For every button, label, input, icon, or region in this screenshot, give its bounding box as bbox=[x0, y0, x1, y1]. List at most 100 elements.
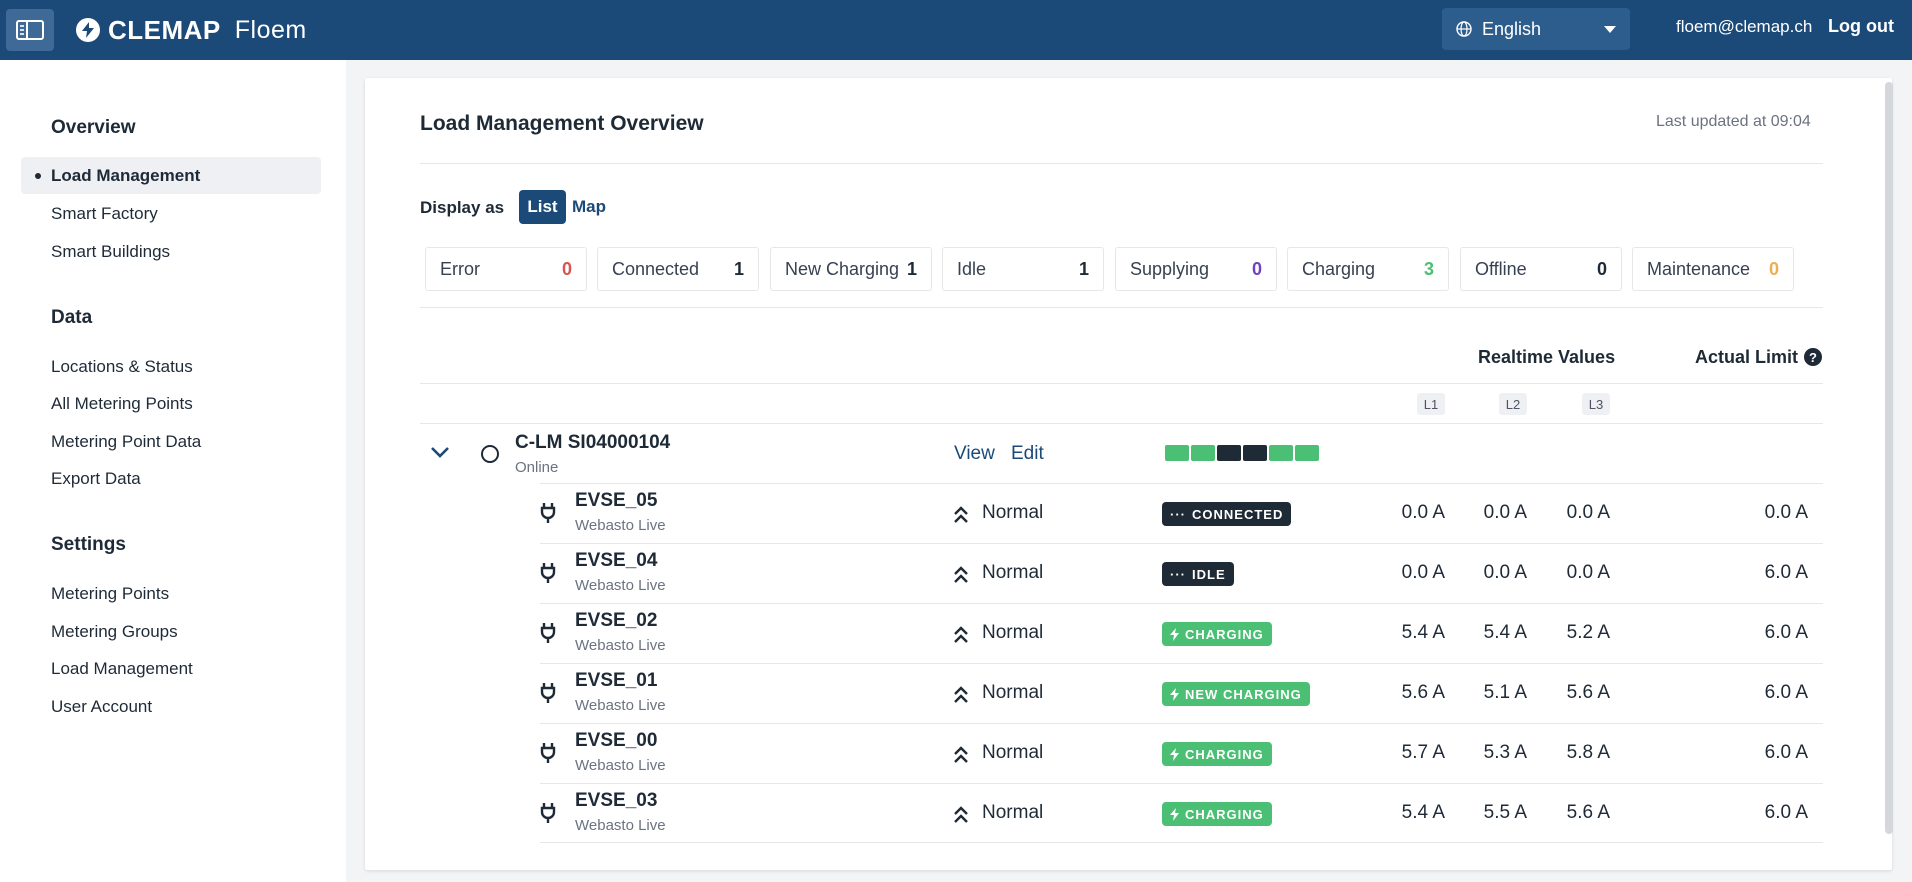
evse-name: EVSE_05 bbox=[575, 490, 658, 511]
divider bbox=[420, 383, 1823, 384]
sidebar-toggle-button[interactable] bbox=[6, 9, 54, 51]
stat-idle[interactable]: Idle 1 bbox=[942, 247, 1104, 291]
sidebar-item-load-management[interactable]: Load Management bbox=[21, 157, 321, 194]
evse-name: EVSE_00 bbox=[575, 730, 658, 751]
value-l3: 5.6 A bbox=[1566, 802, 1610, 823]
divider bbox=[420, 307, 1823, 308]
stat-label: Charging bbox=[1302, 258, 1376, 279]
evse-model: Webasto Live bbox=[575, 577, 666, 594]
table-row[interactable]: EVSE_03 Webasto Live Normal CHARGING 5.4… bbox=[540, 783, 1823, 843]
plug-icon bbox=[540, 743, 556, 763]
stat-new-charging[interactable]: New Charging 1 bbox=[770, 247, 932, 291]
stat-charging[interactable]: Charging 3 bbox=[1287, 247, 1449, 291]
value-l2: 0.0 A bbox=[1483, 562, 1527, 583]
stat-count: 0 bbox=[1768, 258, 1779, 279]
value-l2: 5.4 A bbox=[1483, 622, 1527, 643]
value-l1: 5.4 A bbox=[1401, 622, 1445, 643]
evse-mode: Normal bbox=[982, 802, 1044, 823]
lightning-icon bbox=[1170, 807, 1179, 821]
table-row[interactable]: EVSE_05 Webasto Live Normal ··· CONNECTED… bbox=[540, 483, 1823, 543]
sidebar-item-metering-points[interactable]: Metering Points bbox=[21, 575, 321, 612]
sidebar-item-metering-point-data[interactable]: Metering Point Data bbox=[21, 423, 321, 460]
chevron-down-icon bbox=[1604, 25, 1616, 33]
brand[interactable]: CLEMAP Floem bbox=[76, 14, 307, 46]
evse-name: EVSE_02 bbox=[575, 610, 658, 631]
evse-mode: Normal bbox=[982, 562, 1044, 583]
stat-label: Offline bbox=[1475, 258, 1527, 279]
edit-link[interactable]: Edit bbox=[1011, 443, 1044, 465]
evse-mode: Normal bbox=[982, 622, 1044, 643]
sidebar-item-user-account[interactable]: User Account bbox=[21, 688, 321, 725]
brand-name: CLEMAP bbox=[108, 14, 221, 45]
chevrons-up-icon bbox=[954, 506, 968, 523]
status-segment bbox=[1191, 445, 1215, 461]
list-view-button[interactable]: List bbox=[519, 190, 566, 224]
sidebar-item-export-data[interactable]: Export Data bbox=[21, 460, 321, 497]
table-row[interactable]: EVSE_00 Webasto Live Normal CHARGING 5.7… bbox=[540, 723, 1823, 783]
sidebar-item-smart-buildings[interactable]: Smart Buildings bbox=[21, 233, 321, 270]
stat-supplying[interactable]: Supplying 0 bbox=[1115, 247, 1277, 291]
last-updated: Last updated at 09:04 bbox=[1656, 113, 1811, 130]
value-l1: 0.0 A bbox=[1401, 502, 1445, 523]
status-badge-label: NEW CHARGING bbox=[1185, 686, 1302, 702]
stat-error[interactable]: Error 0 bbox=[425, 247, 587, 291]
divider bbox=[540, 842, 1823, 843]
chevron-down-icon[interactable] bbox=[428, 444, 452, 460]
table-row[interactable]: EVSE_01 Webasto Live Normal NEW CHARGING… bbox=[540, 663, 1823, 723]
status-segment bbox=[1243, 445, 1267, 461]
brand-product: Floem bbox=[234, 15, 307, 44]
stat-label: Error bbox=[440, 258, 480, 279]
sidebar-item-locations-status[interactable]: Locations & Status bbox=[21, 348, 321, 385]
value-l1: 5.4 A bbox=[1401, 802, 1445, 823]
value-actual-limit: 6.0 A bbox=[1764, 802, 1808, 823]
status-badge: ··· IDLE bbox=[1162, 562, 1234, 586]
value-l3: 5.6 A bbox=[1566, 682, 1610, 703]
stat-label: Connected bbox=[612, 258, 700, 279]
value-l3: 5.8 A bbox=[1566, 742, 1610, 763]
phase-l3-label: L3 bbox=[1582, 393, 1610, 415]
dots-icon: ··· bbox=[1170, 566, 1186, 582]
phase-l2-label: L2 bbox=[1499, 393, 1527, 415]
stat-count: 1 bbox=[733, 258, 744, 279]
sidebar-item-load-management-settings[interactable]: Load Management bbox=[21, 650, 321, 687]
page-title: Load Management Overview bbox=[420, 112, 704, 135]
view-link[interactable]: View bbox=[954, 443, 995, 465]
status-badge: CHARGING bbox=[1162, 742, 1272, 766]
language-label: English bbox=[1482, 18, 1542, 39]
chevrons-up-icon bbox=[954, 686, 968, 703]
status-badge: CHARGING bbox=[1162, 622, 1272, 646]
divider bbox=[420, 163, 1823, 164]
language-select[interactable]: English bbox=[1442, 8, 1630, 50]
logout-button[interactable]: Log out bbox=[1828, 16, 1894, 37]
scrollbar[interactable] bbox=[1885, 82, 1893, 834]
chevrons-up-icon bbox=[954, 746, 968, 763]
value-l1: 5.7 A bbox=[1401, 742, 1445, 763]
realtime-values-header: Realtime Values bbox=[1478, 347, 1616, 367]
help-icon[interactable]: ? bbox=[1804, 348, 1822, 366]
nav-section-data: Data bbox=[51, 307, 93, 328]
value-l2: 0.0 A bbox=[1483, 502, 1527, 523]
nav-section-settings: Settings bbox=[51, 534, 126, 555]
sidebar-item-metering-groups[interactable]: Metering Groups bbox=[21, 613, 321, 650]
status-badge-label: IDLE bbox=[1192, 566, 1226, 582]
table-row[interactable]: EVSE_02 Webasto Live Normal CHARGING 5.4… bbox=[540, 603, 1823, 663]
status-indicator-icon bbox=[481, 445, 499, 463]
evse-mode: Normal bbox=[982, 682, 1044, 703]
value-actual-limit: 6.0 A bbox=[1764, 742, 1808, 763]
stat-count: 0 bbox=[1596, 258, 1607, 279]
map-view-button[interactable]: Map bbox=[572, 190, 606, 224]
stat-offline[interactable]: Offline 0 bbox=[1460, 247, 1622, 291]
stat-count: 1 bbox=[906, 258, 917, 279]
stat-connected[interactable]: Connected 1 bbox=[597, 247, 759, 291]
top-bar: CLEMAP Floem English floem@clemap.ch Log… bbox=[0, 0, 1912, 60]
sidebar-item-all-metering-points[interactable]: All Metering Points bbox=[21, 385, 321, 422]
value-actual-limit: 6.0 A bbox=[1764, 562, 1808, 583]
status-badge-label: CHARGING bbox=[1185, 746, 1264, 762]
evse-model: Webasto Live bbox=[575, 757, 666, 774]
lightning-icon bbox=[1170, 747, 1179, 761]
value-l1: 5.6 A bbox=[1401, 682, 1445, 703]
sidebar-item-smart-factory[interactable]: Smart Factory bbox=[21, 195, 321, 232]
dots-icon: ··· bbox=[1170, 506, 1186, 522]
table-row[interactable]: EVSE_04 Webasto Live Normal ··· IDLE 0.0 … bbox=[540, 543, 1823, 603]
stat-maintenance[interactable]: Maintenance 0 bbox=[1632, 247, 1794, 291]
